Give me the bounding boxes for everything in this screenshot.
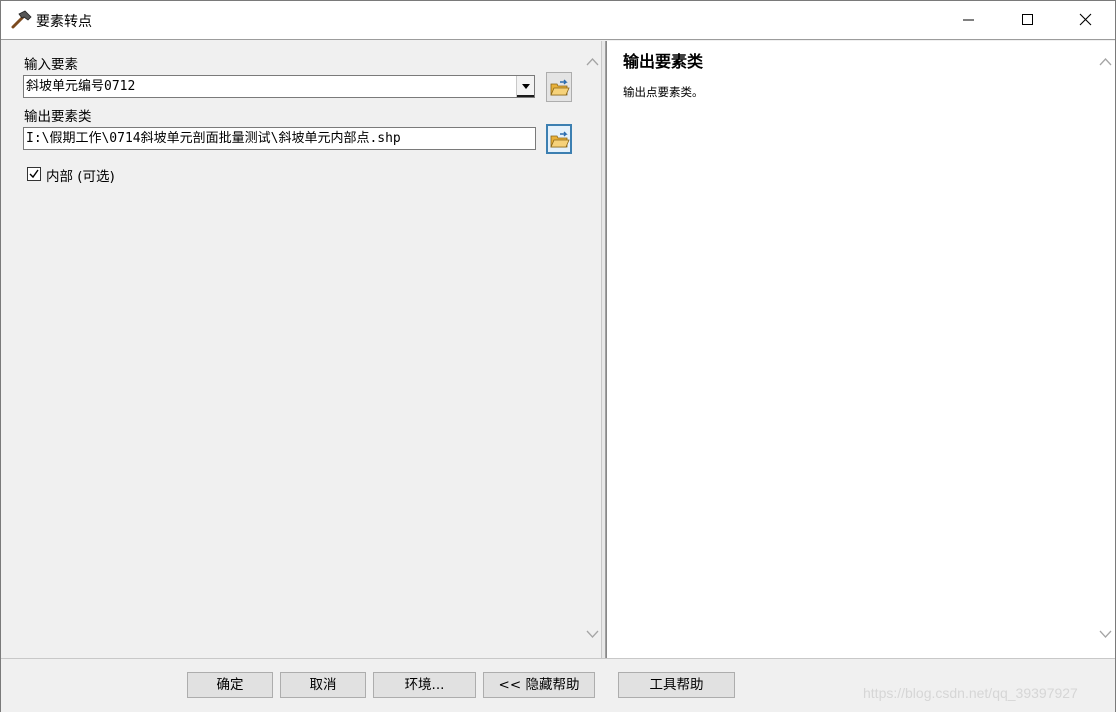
output-browse-button[interactable]	[546, 124, 572, 154]
scroll-up-icon	[586, 58, 599, 66]
hide-help-button[interactable]: << 隐藏帮助	[483, 672, 595, 698]
cancel-button[interactable]: 取消	[280, 672, 366, 698]
scroll-up-icon	[1099, 58, 1112, 66]
parameters-pane: 输入要素 斜坡单元编号0712 输出要素类 I:\假期工作\0714斜坡单元剖面…	[3, 41, 601, 658]
scroll-down-icon	[586, 630, 599, 638]
window-title: 要素转点	[36, 14, 92, 30]
close-icon	[1079, 13, 1092, 26]
input-features-label: 输入要素	[24, 57, 78, 73]
tool-help-button[interactable]: 工具帮助	[618, 672, 735, 698]
minimize-icon	[963, 19, 974, 21]
checkmark-icon	[29, 169, 39, 179]
help-title: 输出要素类	[623, 52, 704, 71]
inside-checkbox[interactable]	[27, 167, 41, 181]
input-browse-button[interactable]	[546, 72, 572, 102]
parameters-scrollbar[interactable]	[584, 41, 601, 658]
input-features-combobox[interactable]: 斜坡单元编号0712	[23, 75, 535, 98]
ok-button[interactable]: 确定	[187, 672, 273, 698]
title-bar[interactable]: 要素转点	[1, 1, 1115, 40]
tool-dialog-window: 要素转点 输入要素 斜坡单元编号0712 输出要素类 I:\假期工作\0714斜…	[0, 0, 1116, 712]
input-features-dropdown-button[interactable]	[516, 76, 534, 97]
inside-checkbox-label: 内部 (可选)	[46, 169, 115, 185]
output-feature-class-input[interactable]: I:\假期工作\0714斜坡单元剖面批量测试\斜坡单元内部点.shp	[23, 127, 536, 150]
output-feature-class-value: I:\假期工作\0714斜坡单元剖面批量测试\斜坡单元内部点.shp	[26, 131, 401, 146]
hammer-icon	[10, 10, 32, 30]
dialog-button-bar: 确定 取消 环境... << 隐藏帮助 工具帮助 https://blog.cs…	[1, 658, 1115, 712]
minimize-button[interactable]	[939, 1, 997, 39]
help-scrollbar[interactable]	[1096, 41, 1115, 658]
watermark-text: https://blog.csdn.net/qq_39397927	[863, 685, 1078, 701]
input-features-value: 斜坡单元编号0712	[26, 79, 136, 94]
scroll-down-icon	[1099, 630, 1112, 638]
help-pane: 输出要素类 输出点要素类。	[606, 41, 1115, 658]
maximize-icon	[1022, 14, 1033, 25]
chevron-down-icon	[522, 84, 530, 89]
close-button[interactable]	[1056, 1, 1114, 39]
output-feature-class-label: 输出要素类	[24, 109, 92, 125]
open-folder-icon	[550, 131, 570, 148]
open-folder-icon	[550, 79, 570, 96]
environments-button[interactable]: 环境...	[373, 672, 476, 698]
maximize-button[interactable]	[997, 1, 1055, 39]
help-text: 输出点要素类。	[623, 85, 704, 99]
